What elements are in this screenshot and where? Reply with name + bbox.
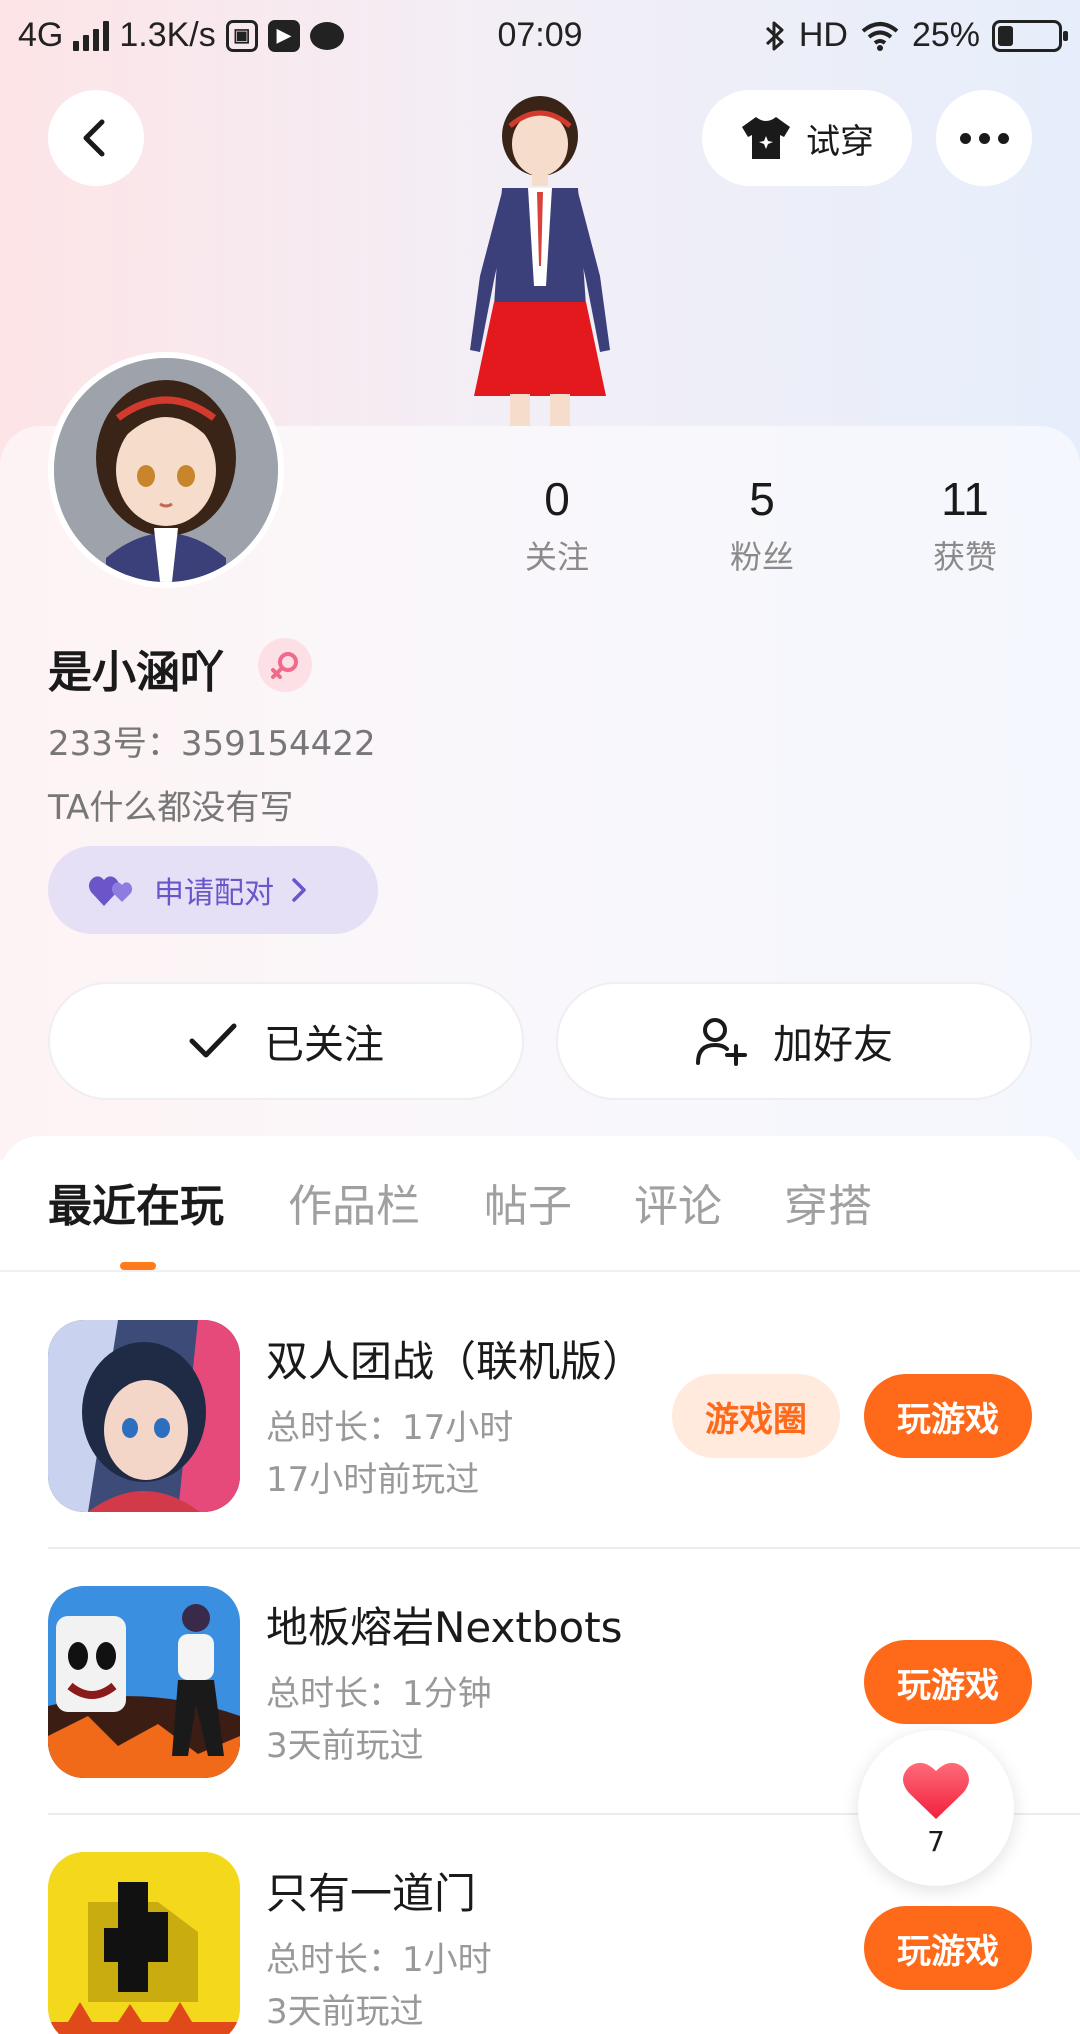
bio-text: TA什么都没有写	[48, 788, 294, 828]
request-pair-label: 申请配对	[154, 876, 274, 911]
tab-outfits[interactable]: 穿搭	[784, 1170, 872, 1234]
game-title: 地板熔岩Nextbots	[266, 1603, 623, 1652]
more-options-button[interactable]	[936, 90, 1032, 186]
tab-comments[interactable]: 评论	[634, 1170, 722, 1234]
user-id: 233号：359154422	[48, 724, 376, 764]
stat-value: 0	[544, 473, 570, 525]
try-on-label: 试穿	[806, 121, 874, 162]
tshirt-icon	[742, 117, 790, 159]
play-game-button[interactable]: 玩游戏	[864, 1374, 1032, 1458]
more-dots-icon	[959, 132, 971, 144]
active-tab-indicator	[120, 1262, 156, 1270]
avatar[interactable]	[48, 352, 284, 588]
stat-label: 获赞	[932, 538, 997, 576]
game-title: 只有一道门	[266, 1869, 477, 1918]
game-list-item[interactable]: 双人团战（联机版） 总时长：17小时 17小时前玩过 游戏圈 玩游戏	[0, 1272, 1080, 1538]
stat-value: 11	[941, 473, 989, 525]
heart-icon	[903, 1762, 969, 1819]
battery-level	[998, 25, 1013, 46]
followed-button[interactable]: 已关注	[48, 982, 524, 1100]
play-game-button[interactable]: 玩游戏	[864, 1906, 1032, 1990]
game-title: 双人团战（联机版）	[266, 1337, 645, 1386]
like-count: 7	[927, 1824, 945, 1858]
avatar-portrait-image	[54, 358, 278, 582]
double-heart-icon	[88, 876, 133, 906]
game-icon[interactable]	[48, 1320, 240, 1512]
status-bar: 4G 1.3K/s ▣ ▶ 07:09 HD 25%	[0, 0, 1080, 72]
game-last-played: 17小时前玩过	[266, 1460, 480, 1500]
game-duration: 总时长：1分钟	[266, 1674, 492, 1714]
back-button[interactable]	[48, 90, 144, 186]
game-cover-image	[48, 1320, 240, 1512]
game-icon[interactable]	[48, 1852, 240, 2034]
stat-label: 关注	[524, 538, 589, 576]
chevron-right-icon	[292, 878, 306, 902]
game-last-played: 3天前玩过	[266, 1992, 424, 2032]
game-last-played: 3天前玩过	[266, 1726, 424, 1766]
battery-icon	[992, 19, 1068, 52]
game-cover-image	[48, 1586, 240, 1778]
tab-works[interactable]: 作品栏	[288, 1170, 420, 1234]
username: 是小涵吖	[48, 647, 224, 698]
add-friend-label: 加好友	[773, 1022, 893, 1068]
like-button[interactable]: 7	[858, 1730, 1014, 1886]
stat-label: 粉丝	[729, 538, 794, 576]
wifi-icon	[861, 21, 899, 51]
request-pair-button[interactable]: 申请配对	[48, 846, 378, 934]
game-circle-button[interactable]: 游戏圈	[672, 1374, 840, 1458]
avatar-3d-figure	[470, 96, 610, 426]
check-icon	[189, 1023, 237, 1058]
stat-fans[interactable]: 5 粉丝	[682, 472, 842, 578]
tab-posts[interactable]: 帖子	[484, 1170, 572, 1234]
stat-following[interactable]: 0 关注	[477, 472, 637, 578]
game-duration: 总时长：1小时	[266, 1940, 492, 1980]
chevron-left-icon	[83, 119, 105, 157]
add-friend-button[interactable]: 加好友	[556, 982, 1032, 1100]
user-plus-icon	[696, 1018, 747, 1066]
bluetooth-icon	[765, 21, 784, 50]
followed-label: 已关注	[264, 1022, 384, 1068]
try-on-button[interactable]: 试穿	[702, 90, 912, 186]
game-duration: 总时长：17小时	[266, 1408, 514, 1448]
female-icon	[271, 652, 298, 679]
battery-percent: 25%	[911, 16, 980, 54]
stat-value: 5	[749, 473, 775, 525]
profile-tabs: 最近在玩 作品栏 帖子 评论 穿搭	[0, 1170, 1080, 1270]
game-cover-image	[48, 1852, 240, 2034]
stat-likes[interactable]: 11 获赞	[885, 472, 1045, 578]
tab-recently-played[interactable]: 最近在玩	[48, 1170, 224, 1234]
play-game-button[interactable]: 玩游戏	[864, 1640, 1032, 1724]
game-icon[interactable]	[48, 1586, 240, 1778]
hd-indicator: HD	[798, 16, 848, 54]
gender-badge	[258, 638, 312, 692]
